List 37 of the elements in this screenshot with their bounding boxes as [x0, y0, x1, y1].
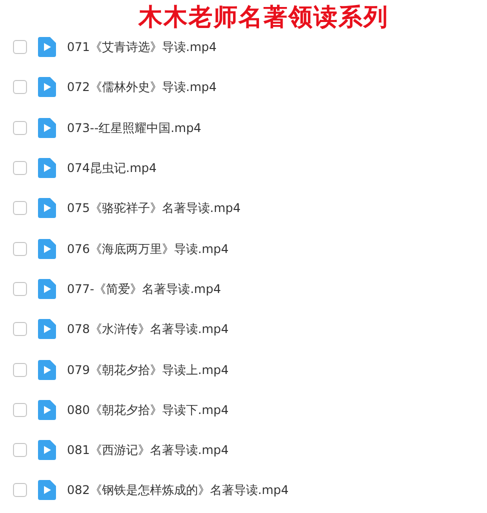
checkbox[interactable]: [13, 282, 27, 296]
video-file-icon: [38, 77, 56, 98]
video-file-icon: [38, 238, 56, 259]
checkbox[interactable]: [13, 201, 27, 216]
file-name[interactable]: 074昆虫记.mp4: [67, 159, 157, 178]
file-name[interactable]: 076《海底两万里》导读.mp4: [67, 240, 229, 258]
file-name[interactable]: 072《儒林外史》导读.mp4: [67, 78, 217, 96]
checkbox[interactable]: [13, 402, 27, 417]
video-file-icon: [38, 319, 56, 340]
checkbox[interactable]: [13, 120, 27, 135]
file-name[interactable]: 081《西游记》名著导读.mp4: [67, 441, 229, 460]
video-file-icon: [38, 480, 56, 500]
video-file-icon: [38, 278, 56, 299]
checkbox[interactable]: [13, 161, 27, 176]
checkbox[interactable]: [13, 443, 27, 458]
file-name[interactable]: 077-《简爱》名著导读.mp4: [67, 280, 221, 298]
video-file-icon: [38, 198, 56, 218]
file-name[interactable]: 082《钢铁是怎样炼成的》名著导读.mp4: [67, 481, 289, 500]
checkbox[interactable]: [13, 40, 27, 54]
checkbox[interactable]: [13, 322, 27, 336]
file-name[interactable]: 071《艾青诗选》导读.mp4: [67, 38, 217, 56]
video-file-icon: [38, 118, 56, 138]
video-file-icon: [38, 440, 56, 460]
page-title: 木木老师名著领读系列: [138, 5, 388, 29]
file-name[interactable]: 073--红星照耀中国.mp4: [67, 118, 202, 137]
file-name[interactable]: 080《朝花夕拾》导读下.mp4: [67, 400, 229, 419]
file-name[interactable]: 079《朝花夕拾》导读上.mp4: [67, 360, 229, 379]
checkbox[interactable]: [13, 80, 27, 94]
file-name[interactable]: 078《水浒传》名著导读.mp4: [67, 320, 229, 338]
file-name[interactable]: 075《骆驼祥子》名著导读.mp4: [67, 199, 241, 218]
checkbox[interactable]: [13, 242, 27, 256]
checkbox[interactable]: [13, 483, 27, 498]
video-file-icon: [38, 360, 56, 380]
video-file-icon: [38, 400, 56, 420]
video-file-icon: [38, 37, 56, 58]
checkbox[interactable]: [13, 362, 27, 377]
video-file-icon: [38, 158, 56, 178]
